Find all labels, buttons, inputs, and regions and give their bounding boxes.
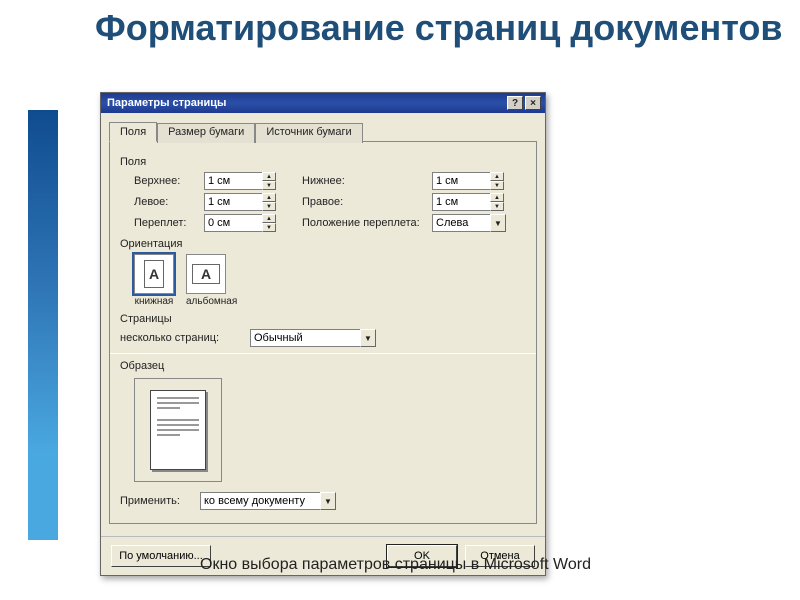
- orientation-landscape-label: альбомная: [186, 296, 237, 307]
- gutter-position-field[interactable]: [432, 214, 490, 232]
- multipage-field[interactable]: [250, 329, 360, 347]
- input-left-margin[interactable]: ▲▼: [204, 193, 276, 211]
- input-bottom-margin[interactable]: ▲▼: [432, 172, 504, 190]
- bottom-margin-field[interactable]: [432, 172, 490, 190]
- label-multipage: несколько страниц:: [120, 332, 250, 344]
- input-right-margin[interactable]: ▲▼: [432, 193, 504, 211]
- right-margin-field[interactable]: [432, 193, 490, 211]
- tab-paper-source[interactable]: Источник бумаги: [255, 123, 362, 143]
- close-button[interactable]: ×: [525, 96, 541, 110]
- spin-down-icon[interactable]: ▼: [262, 223, 276, 232]
- page-preview: [134, 378, 222, 482]
- gutter-field[interactable]: [204, 214, 262, 232]
- orientation-landscape[interactable]: A альбомная: [186, 254, 237, 307]
- tab-paper-size[interactable]: Размер бумаги: [157, 123, 255, 143]
- spin-up-icon[interactable]: ▲: [262, 214, 276, 223]
- preview-page-icon: [150, 390, 206, 470]
- tab-panel-fields: Поля Верхнее: ▲▼ Нижнее: ▲▼ Левое:: [109, 141, 537, 524]
- portrait-page-icon: A: [144, 260, 164, 288]
- orientation-portrait-label: книжная: [134, 296, 174, 307]
- chevron-down-icon[interactable]: ▼: [490, 214, 506, 232]
- group-orientation-label: Ориентация: [120, 238, 526, 250]
- page-setup-dialog: Параметры страницы ? × Поля Размер бумаг…: [100, 92, 546, 576]
- help-button[interactable]: ?: [507, 96, 523, 110]
- label-gutter: Переплет:: [134, 217, 204, 229]
- spin-down-icon[interactable]: ▼: [490, 202, 504, 211]
- spin-down-icon[interactable]: ▼: [262, 202, 276, 211]
- group-preview-label: Образец: [120, 360, 526, 372]
- dialog-title: Параметры страницы: [107, 97, 505, 109]
- landscape-page-icon: A: [192, 264, 220, 284]
- input-top-margin[interactable]: ▲▼: [204, 172, 276, 190]
- spin-up-icon[interactable]: ▲: [490, 172, 504, 181]
- spin-up-icon[interactable]: ▲: [262, 172, 276, 181]
- titlebar: Параметры страницы ? ×: [101, 93, 545, 113]
- tab-fields[interactable]: Поля: [109, 122, 157, 142]
- apply-to-field[interactable]: [200, 492, 320, 510]
- input-gutter[interactable]: ▲▼: [204, 214, 276, 232]
- slide-accent-bar: [28, 110, 58, 540]
- label-gutter-position: Положение переплета:: [302, 217, 432, 229]
- slide-caption: Окно выбора параметров страницы в Micros…: [200, 556, 591, 574]
- label-left-margin: Левое:: [134, 196, 204, 208]
- label-top-margin: Верхнее:: [134, 175, 204, 187]
- default-button[interactable]: По умолчанию...: [111, 545, 211, 567]
- spin-up-icon[interactable]: ▲: [262, 193, 276, 202]
- select-multipage[interactable]: ▼: [250, 329, 376, 347]
- label-apply-to: Применить:: [120, 495, 200, 507]
- label-right-margin: Правое:: [302, 196, 432, 208]
- page-title: Форматирование страниц документов: [95, 8, 782, 48]
- spin-up-icon[interactable]: ▲: [490, 193, 504, 202]
- chevron-down-icon[interactable]: ▼: [360, 329, 376, 347]
- chevron-down-icon[interactable]: ▼: [320, 492, 336, 510]
- tab-strip: Поля Размер бумаги Источник бумаги: [109, 121, 537, 141]
- spin-down-icon[interactable]: ▼: [490, 181, 504, 190]
- group-pages-label: Страницы: [120, 313, 526, 325]
- group-margins-label: Поля: [120, 156, 526, 168]
- top-margin-field[interactable]: [204, 172, 262, 190]
- orientation-portrait[interactable]: A книжная: [134, 254, 174, 307]
- left-margin-field[interactable]: [204, 193, 262, 211]
- label-bottom-margin: Нижнее:: [302, 175, 432, 187]
- select-gutter-position[interactable]: ▼: [432, 214, 506, 232]
- select-apply-to[interactable]: ▼: [200, 492, 336, 510]
- spin-down-icon[interactable]: ▼: [262, 181, 276, 190]
